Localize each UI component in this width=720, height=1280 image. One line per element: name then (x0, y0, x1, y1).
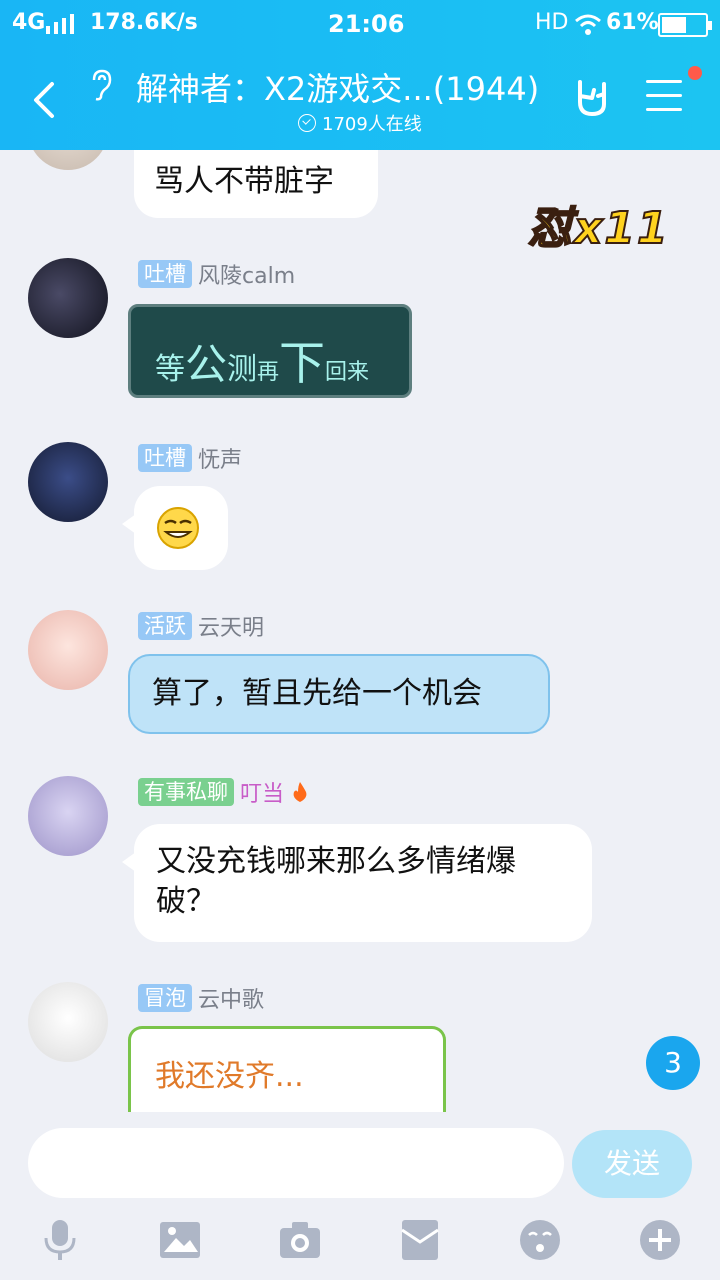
group-title[interactable]: 解神者：X2游戏交...(1944) (136, 64, 539, 110)
avatar[interactable] (28, 776, 108, 856)
avatar[interactable] (28, 258, 108, 338)
wifi-icon (575, 14, 601, 35)
sender-meta: 有事私聊 叮当 (138, 776, 310, 808)
notification-dot (688, 66, 702, 80)
send-button[interactable]: 发送 (572, 1130, 692, 1198)
mic-icon[interactable] (38, 1218, 82, 1262)
member-tag: 有事私聊 (138, 778, 234, 806)
grin-emoji (157, 507, 199, 549)
ear-icon[interactable] (88, 68, 114, 102)
clock: 21:06 (328, 10, 405, 38)
sender-name[interactable]: 云天明 (198, 610, 264, 642)
sender-name[interactable]: 云中歌 (198, 982, 264, 1014)
message-bubble[interactable]: 等公测再下回来 (128, 304, 412, 398)
member-tag: 活跃 (138, 612, 192, 640)
image-icon[interactable] (158, 1218, 202, 1262)
fire-icon (293, 782, 307, 802)
avatar[interactable] (28, 610, 108, 690)
chevron-down-icon (298, 114, 316, 132)
sender-meta: 吐槽 风陵calm (138, 258, 295, 290)
member-tag: 吐槽 (138, 444, 192, 472)
message-input[interactable] (28, 1128, 564, 1198)
online-count[interactable]: 1709人在线 (298, 110, 422, 136)
member-tag: 冒泡 (138, 984, 192, 1012)
signal-icon (46, 14, 74, 34)
sender-name[interactable]: 叮当 (240, 776, 284, 808)
message-list[interactable]: 骂人不带脏字 怼x11 吐槽 风陵calm 等公测再下回来 吐槽 怃声 活跃 云… (0, 150, 720, 1112)
sender-meta: 吐槽 怃声 (138, 442, 242, 474)
battery-icon (658, 13, 712, 37)
sender-meta: 活跃 云天明 (138, 610, 264, 642)
status-bar: 4G 178.6K/s 21:06 HD 61% (0, 0, 720, 50)
battery-fill (662, 17, 687, 33)
plus-icon[interactable] (638, 1218, 682, 1262)
avatar[interactable] (28, 150, 108, 170)
sender-name[interactable]: 怃声 (198, 442, 242, 474)
rock-hand-icon[interactable] (572, 76, 612, 118)
message-text: 等公测再下回来 (155, 336, 370, 390)
message-bubble[interactable] (122, 486, 228, 570)
battery-percent: 61% (606, 10, 659, 35)
message-bubble[interactable]: 我还没齐... (128, 1026, 446, 1112)
sender-meta: 冒泡 云中歌 (138, 982, 264, 1014)
input-bar: 发送 (0, 1112, 720, 1280)
online-count-label: 1709人在线 (322, 114, 422, 135)
emoji-icon[interactable] (518, 1218, 562, 1262)
red-packet-icon[interactable] (398, 1218, 442, 1262)
combo-badge: 怼x11 (527, 202, 670, 255)
menu-icon[interactable] (646, 80, 682, 112)
title-bar: 4G 178.6K/s 21:06 HD 61% 解神者：X2游戏交...(19… (0, 0, 720, 150)
hd-label: HD (535, 10, 569, 35)
network-label: 4G (12, 10, 46, 35)
member-tag: 吐槽 (138, 260, 192, 288)
unread-badge[interactable]: 3 (646, 1036, 700, 1090)
avatar[interactable] (28, 442, 108, 522)
message-bubble[interactable]: 又没充钱哪来那么多情绪爆破？ (122, 824, 592, 942)
sender-name[interactable]: 风陵calm (198, 258, 295, 290)
camera-icon[interactable] (278, 1218, 322, 1262)
message-bubble[interactable]: 骂人不带脏字 (134, 150, 378, 218)
back-icon[interactable] (28, 80, 62, 120)
avatar[interactable] (28, 982, 108, 1062)
net-speed: 178.6K/s (90, 10, 198, 35)
message-bubble[interactable]: 算了，暂且先给一个机会 (128, 654, 550, 734)
